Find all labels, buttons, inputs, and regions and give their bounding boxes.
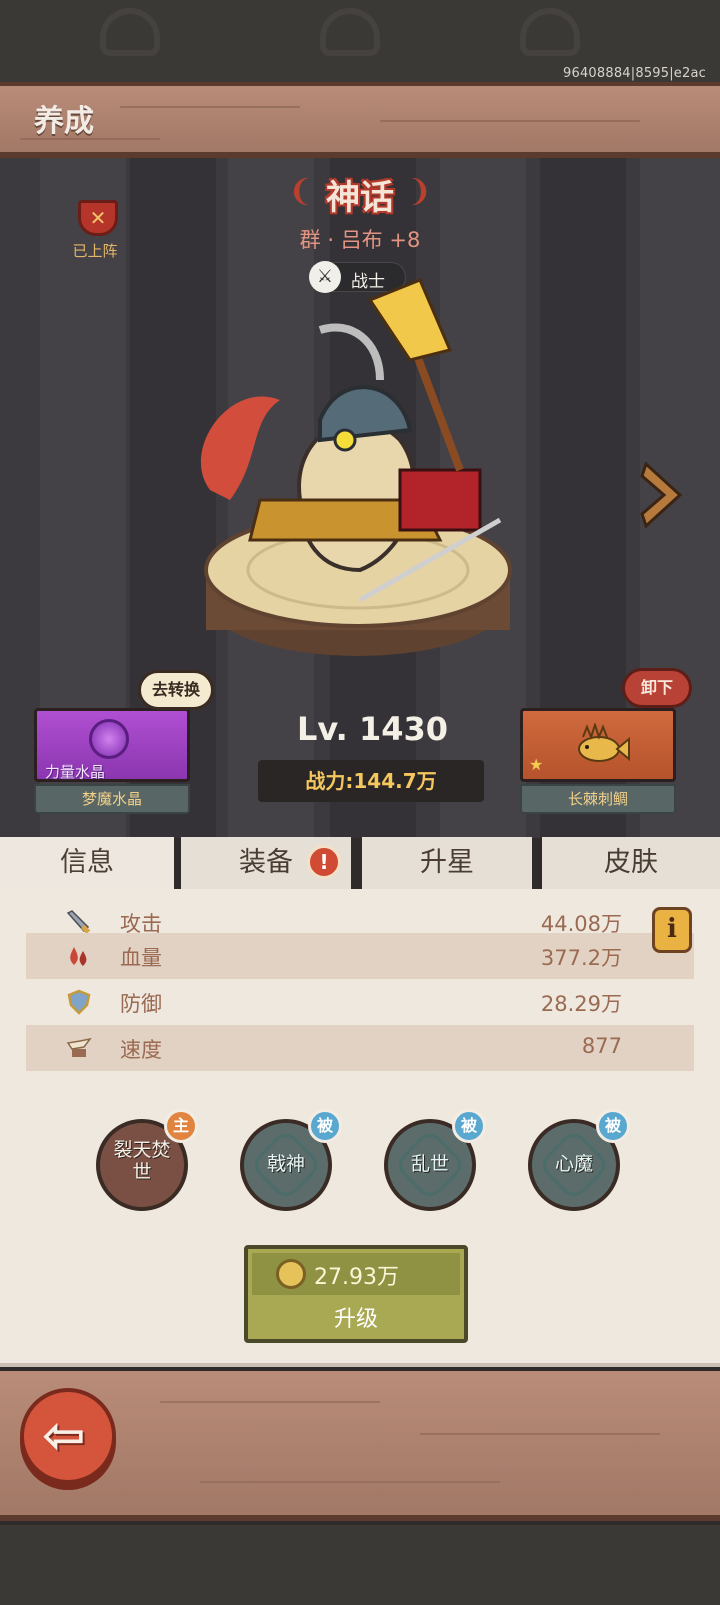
tab-skins[interactable]: 皮肤 — [542, 837, 720, 889]
tab-bar: 信息 装备 ! 升星 皮肤 — [0, 837, 720, 889]
info-button[interactable]: i — [652, 907, 692, 953]
gold-coin-icon — [276, 1259, 306, 1289]
background-decoration — [320, 8, 380, 56]
tab-star-up[interactable]: 升星 — [362, 837, 532, 889]
shield-icon — [67, 989, 91, 1015]
background-decoration — [100, 8, 160, 56]
stat-value: 877 — [581, 1034, 622, 1058]
tab-equipment[interactable]: 装备 ! — [181, 837, 351, 889]
hero-character-art — [200, 278, 512, 656]
tab-label: 升星 — [420, 847, 474, 878]
bottom-background — [0, 1525, 720, 1605]
hero-name: 群 · 吕布 +8 — [299, 228, 421, 252]
skill-name: 裂天焚世 — [113, 1139, 171, 1183]
stat-value: 377.2万 — [540, 946, 622, 970]
stat-row-speed: 速度 877 — [26, 1025, 694, 1071]
skill-passive[interactable]: 戟神 被 — [240, 1109, 342, 1211]
upgrade-cost-value: 27.93万 — [314, 1265, 399, 1290]
skill-name: 心魔 — [554, 1153, 593, 1175]
tab-label: 皮肤 — [604, 847, 658, 878]
crystal-type-label: 力量水晶 — [45, 763, 106, 781]
pet-name: 长棘刺鲷 — [520, 784, 676, 814]
upgrade-button[interactable]: 27.93万 升级 — [244, 1245, 468, 1343]
upgrade-label: 升级 — [333, 1307, 378, 1332]
skill-name: 戟神 — [266, 1153, 305, 1175]
info-panel: 攻击 44.08万 血量 377.2万 防御 28.29万 速度 877 i 裂… — [0, 889, 720, 1367]
hero-level: Lv. 1430 — [297, 710, 448, 748]
skill-tag: 被 — [596, 1109, 630, 1143]
skill-tag: 主 — [164, 1109, 198, 1143]
tab-label: 装备 — [239, 847, 293, 878]
unequip-button[interactable]: 卸下 — [622, 668, 692, 708]
stat-row-hp: 血量 377.2万 — [26, 933, 694, 979]
wing-boot-icon — [66, 1037, 92, 1057]
stat-label: 血量 — [120, 946, 162, 970]
upgrade-cost: 27.93万 — [252, 1253, 460, 1295]
stat-label: 防御 — [120, 992, 162, 1016]
skill-tag: 被 — [452, 1109, 486, 1143]
star-icon: ★ — [529, 755, 544, 774]
build-id: 96408884|8595|e2ac — [563, 66, 706, 81]
background-decoration — [520, 8, 580, 56]
stat-value: 28.29万 — [540, 992, 622, 1016]
skill-name: 乱世 — [410, 1153, 449, 1175]
skill-passive[interactable]: 乱世 被 — [384, 1109, 486, 1211]
laurel-left-icon: ❨ — [288, 174, 314, 209]
sword-icon — [66, 910, 91, 934]
page-title: 养成 — [34, 104, 94, 139]
convert-button[interactable]: 去转换 — [138, 670, 214, 710]
title-bar: 养成 — [0, 82, 720, 158]
alert-icon: ! — [307, 845, 341, 879]
blood-drop-icon — [70, 947, 87, 966]
combat-power: 战力:144.7万 — [258, 760, 484, 802]
next-hero-arrow-icon[interactable] — [640, 460, 686, 530]
back-button[interactable]: ⇦ — [20, 1388, 116, 1484]
tab-info[interactable]: 信息 — [0, 837, 174, 889]
tab-label: 信息 — [60, 847, 114, 878]
back-arrow-icon: ⇦ — [42, 1406, 86, 1466]
skill-tag: 被 — [308, 1109, 342, 1143]
laurel-right-icon: ❩ — [406, 174, 432, 209]
rarity-banner: ❨ 神话 ❩ — [288, 170, 432, 220]
stat-row-defense: 防御 28.29万 — [26, 979, 694, 1025]
skill-passive[interactable]: 心魔 被 — [528, 1109, 630, 1211]
skill-active[interactable]: 裂天焚世 主 — [96, 1109, 198, 1211]
crystal-name: 梦魔水晶 — [34, 784, 190, 814]
rarity-label: 神话 — [326, 178, 394, 218]
stat-label: 速度 — [120, 1038, 162, 1062]
